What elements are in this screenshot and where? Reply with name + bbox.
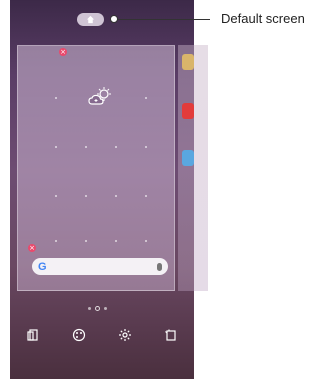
page-indicator: [88, 306, 107, 311]
callout-line: [114, 19, 210, 20]
grid-point: [55, 97, 57, 99]
grid-point: [145, 97, 147, 99]
weather-icon[interactable]: [88, 86, 114, 106]
gear-icon: [119, 329, 131, 341]
widgets-icon: [27, 329, 38, 341]
home-page-dot: [95, 306, 100, 311]
grid-point: [145, 146, 147, 148]
grid-point: [85, 195, 87, 197]
apps-icon: [165, 329, 176, 341]
grid-point: [85, 146, 87, 148]
app-icon: [182, 150, 194, 166]
remove-widget-button[interactable]: ×: [59, 48, 67, 56]
home-icon: [86, 15, 95, 24]
grid-point: [55, 240, 57, 242]
callout-label: Default screen: [221, 11, 305, 26]
callout-dot: [110, 15, 118, 23]
grid-point: [115, 240, 117, 242]
next-home-screen-page[interactable]: [178, 45, 208, 291]
page-dot: [88, 307, 91, 310]
wallpaper-button[interactable]: [59, 328, 99, 342]
home-screen-settings-button[interactable]: [105, 328, 145, 342]
grid-point: [145, 240, 147, 242]
grid-point: [85, 240, 87, 242]
wallpaper-icon: [72, 328, 86, 342]
grid-point: [55, 195, 57, 197]
grid-point: [115, 146, 117, 148]
apps-button[interactable]: [151, 328, 191, 342]
mic-icon[interactable]: [157, 262, 162, 271]
edit-toolbar: [10, 328, 194, 372]
widgets-button[interactable]: [13, 328, 53, 342]
app-icon: [182, 54, 194, 70]
grid-point: [145, 195, 147, 197]
page-dot: [104, 307, 107, 310]
default-screen-button[interactable]: [77, 13, 104, 26]
google-logo: G: [38, 260, 47, 273]
grid-point: [115, 195, 117, 197]
home-screen-page[interactable]: [17, 45, 175, 291]
google-search-bar[interactable]: G: [32, 258, 168, 275]
grid-point: [55, 146, 57, 148]
app-icon: [182, 103, 194, 119]
remove-widget-button[interactable]: ×: [28, 244, 36, 252]
